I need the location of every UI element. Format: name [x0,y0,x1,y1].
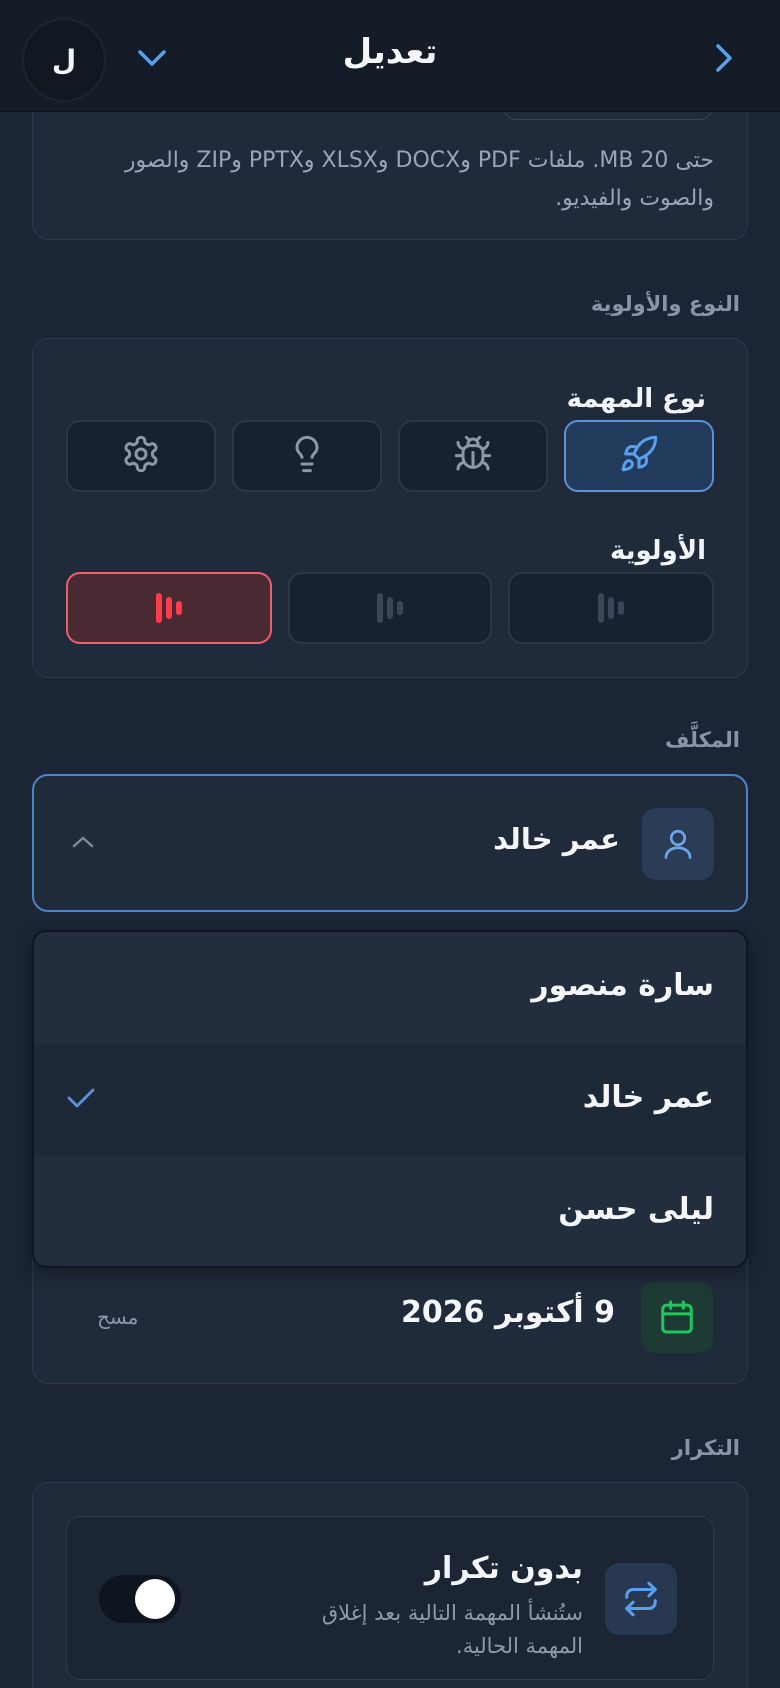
priority-medium-bars-icon [377,593,403,623]
priority-label: الأولوية [609,536,706,566]
assignee-option[interactable]: ليلى حسن [34,1156,746,1266]
due-date-value[interactable]: 9 أكتوبر 2026 [401,1295,615,1330]
attachments-note: حتى 20 MB. ملفات PDF وDOCX وXLSX وPPTX و… [124,148,714,211]
priority-medium-button[interactable] [288,572,492,644]
rocket-icon [619,434,659,478]
bug-icon [453,434,493,478]
gear-icon [121,434,161,478]
section-label-assignee: المكلَّف [665,728,740,752]
assignee-select[interactable]: عمر خالد [32,774,748,912]
recurrence-description: ستُنشأ المهمة التالية بعد إغلاق المهمة ا… [321,1601,583,1658]
clear-date-button[interactable]: مسح [97,1305,138,1329]
toggle-knob [135,1579,175,1619]
recurrence-row[interactable]: بدون تكرار ستُنشأ المهمة التالية بعد إغل… [66,1516,714,1680]
lightbulb-icon [287,434,327,478]
priority-high-bars-icon [156,593,182,623]
top-bar: تعديل ل [0,0,780,112]
section-label-recurrence: التكرار [671,1436,740,1460]
assignee-dropdown: سارة منصور عمر خالد ليلى حسن [32,930,748,1268]
page-title: تعديل [342,32,438,72]
recurrence-title: بدون تكرار [424,1551,583,1586]
section-label-type-priority: النوع والأولوية [590,292,740,316]
task-type-label: نوع المهمة [566,384,706,414]
task-type-bug-button[interactable] [398,420,548,492]
task-type-idea-button[interactable] [232,420,382,492]
person-icon [642,808,714,880]
task-type-feature-button[interactable] [564,420,714,492]
check-icon [64,1084,98,1112]
assignee-option[interactable]: سارة منصور [34,932,746,1044]
calendar-icon[interactable] [641,1281,713,1353]
priority-low-bars-icon [598,593,624,623]
task-type-settings-button[interactable] [66,420,216,492]
chevron-down-icon[interactable] [132,40,172,76]
chevron-up-icon [70,832,96,852]
assignee-option-selected[interactable]: عمر خالد [34,1044,746,1156]
priority-low-button[interactable] [508,572,714,644]
avatar[interactable]: ل [22,18,106,102]
repeat-icon [605,1563,677,1635]
recurrence-toggle[interactable] [99,1575,181,1623]
priority-high-button[interactable] [66,572,272,644]
assignee-selected-value: عمر خالد [493,822,620,856]
